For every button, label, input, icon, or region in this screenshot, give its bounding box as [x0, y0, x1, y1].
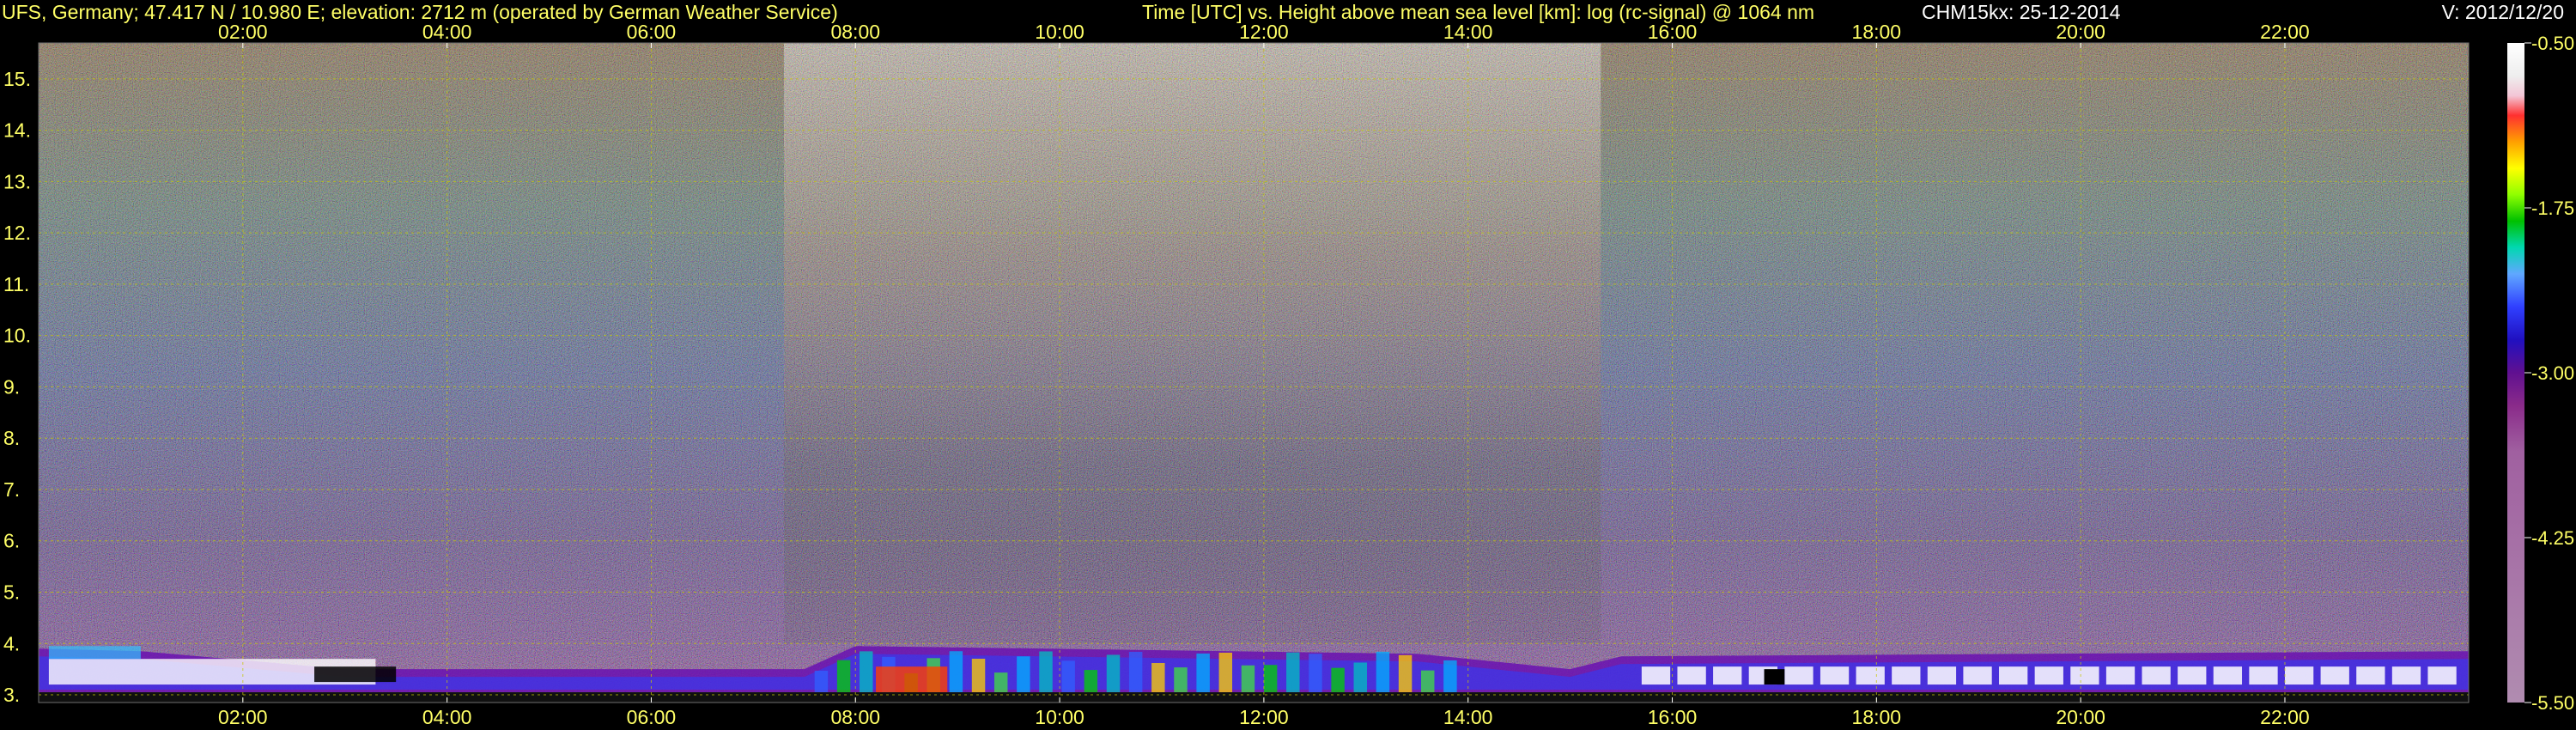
- x-tick-label-top-7: 16:00: [1648, 21, 1698, 43]
- x-tick-label-top-1: 04:00: [422, 21, 472, 43]
- x-tick-label-top-5: 12:00: [1239, 21, 1289, 43]
- y-tick-label-0: 3.: [3, 684, 20, 706]
- x-tick-label-bottom-8: 18:00: [1852, 706, 1902, 728]
- y-tick-label-3: 6.: [3, 530, 20, 552]
- x-tick-label-bottom-7: 16:00: [1648, 706, 1698, 728]
- morning-peak-plume: [876, 666, 948, 693]
- colorbar-tick-label-1: -1.75: [2531, 198, 2574, 219]
- x-tick-label-top-10: 22:00: [2260, 21, 2310, 43]
- colorbar-scale: [2507, 43, 2524, 703]
- x-tick-label-top-9: 20:00: [2056, 21, 2105, 43]
- x-tick-label-top-8: 18:00: [1852, 21, 1902, 43]
- y-tick-label-12: 15.: [3, 68, 31, 90]
- x-tick-label-top-6: 14:00: [1443, 21, 1493, 43]
- x-tick-label-top-0: 02:00: [218, 21, 268, 43]
- plot-area: [39, 43, 2469, 703]
- x-tick-label-bottom-6: 14:00: [1443, 706, 1493, 728]
- x-tick-label-bottom-4: 10:00: [1035, 706, 1084, 728]
- x-tick-label-bottom-9: 20:00: [2056, 706, 2105, 728]
- lidar-heatmap-chart: 02:00 04:00 06:00 08:00 10:00 12:00 14:00 16:00…: [3, 21, 2574, 728]
- colorbar-tick-label-2: -3.00: [2531, 362, 2574, 384]
- colorbar-tick-label-3: -4.25: [2531, 527, 2574, 549]
- colorbar-tick-label-0: -0.50: [2531, 33, 2574, 54]
- y-tick-label-10: 13.: [3, 170, 31, 192]
- x-tick-label-bottom-5: 12:00: [1239, 706, 1289, 728]
- y-tick-label-6: 9.: [3, 375, 20, 398]
- y-tick-label-9: 12.: [3, 222, 31, 244]
- x-tick-label-bottom-0: 02:00: [218, 706, 268, 728]
- ground-strip: [39, 692, 2469, 703]
- y-tick-label-7: 10.: [3, 325, 31, 347]
- signal-noise-texture: [39, 43, 2469, 703]
- x-tick-label-bottom-1: 04:00: [422, 706, 472, 728]
- x-tick-label-bottom-3: 08:00: [830, 706, 880, 728]
- x-tick-label-top-4: 10:00: [1035, 21, 1084, 43]
- y-tick-label-2: 5.: [3, 581, 20, 604]
- y-tick-label-5: 8.: [3, 427, 20, 449]
- y-tick-label-8: 11.: [3, 273, 29, 295]
- x-tick-label-top-3: 08:00: [830, 21, 880, 43]
- y-axis: 3. 4. 5. 6. 7. 8. 9. 10. 11. 12. 13. 14. 15.: [3, 68, 31, 706]
- colorbar-tick-label-4: -5.50: [2531, 692, 2574, 714]
- x-tick-label-top-2: 06:00: [627, 21, 677, 43]
- x-tick-label-bottom-10: 22:00: [2260, 706, 2310, 728]
- y-tick-label-11: 14.: [3, 119, 31, 142]
- evening-cloud-layer: [1641, 666, 2457, 685]
- y-tick-label-4: 7.: [3, 478, 20, 501]
- x-tick-label-bottom-2: 06:00: [627, 706, 677, 728]
- colorbar: -0.50 -1.75 -3.00 -4.25 -5.50: [2507, 33, 2574, 714]
- y-tick-label-1: 4.: [3, 632, 20, 654]
- evening-dark-patch: [1764, 669, 1785, 685]
